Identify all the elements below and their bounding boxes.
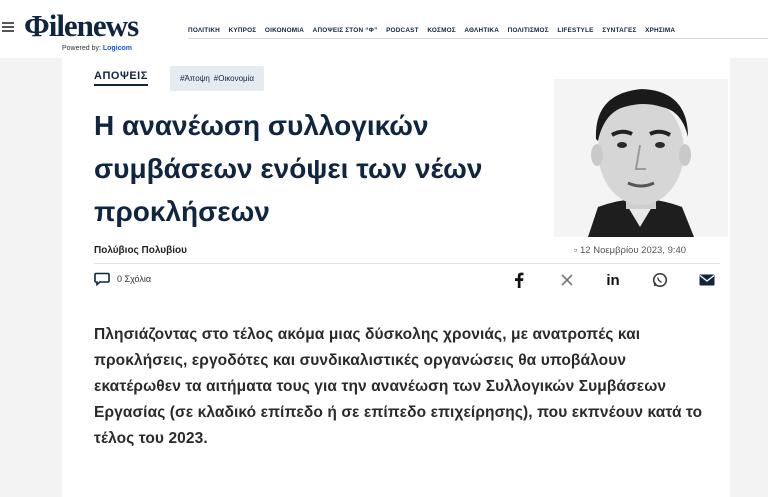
site-header: Φilenews Powered by: Logicom ΠΟΛΙΤΙΚΗ ΚΥ… bbox=[0, 0, 768, 58]
powered-by-prefix: Powered by: bbox=[62, 45, 103, 52]
facebook-icon[interactable] bbox=[510, 270, 528, 290]
nav-item-politismos[interactable]: ΠΟΛΙΤΙΣΜΟΣ bbox=[508, 27, 549, 34]
nav-item-apopseis[interactable]: ΑΠΟΨΕΙΣ ΣΤΟΝ “Φ” bbox=[313, 27, 378, 34]
comments-count: 0 Σχόλια bbox=[117, 274, 152, 284]
article-headline: Η ανανέωση συλλογικών συμβάσεων ενόψει τ… bbox=[94, 110, 483, 227]
tag-apopsi[interactable]: #Άποψη bbox=[180, 74, 210, 83]
nav-item-lifestyle[interactable]: LIFESTYLE bbox=[557, 27, 593, 34]
nav-divider bbox=[188, 38, 768, 39]
nav-item-athlitika[interactable]: ΑΘΛΗΤΙΚΑ bbox=[464, 27, 499, 34]
x-icon[interactable] bbox=[558, 270, 576, 290]
tag-oikonomia[interactable]: #Οικονομία bbox=[214, 74, 254, 83]
nav-item-syntages[interactable]: ΣΥΝΤΑΓΕΣ bbox=[602, 27, 636, 34]
publish-date-text: 12 Νοεμβρίου 2023, 9:40 bbox=[580, 245, 687, 256]
menu-icon[interactable] bbox=[2, 22, 14, 32]
tag-list: #Άποψη #Οικονομία bbox=[170, 66, 265, 91]
whatsapp-icon[interactable] bbox=[650, 270, 670, 290]
nav-item-podcast[interactable]: PODCAST bbox=[386, 27, 419, 34]
main-nav: ΠΟΛΙΤΙΚΗ ΚΥΠΡΟΣ ΟΙΚΟΝΟΜΙΑ ΑΠΟΨΕΙΣ ΣΤΟΝ “… bbox=[188, 27, 684, 34]
section-label[interactable]: ΑΠΟΨΕΙΣ bbox=[94, 70, 148, 86]
comments-link[interactable]: 0 Σχόλια bbox=[94, 272, 151, 286]
linkedin-icon[interactable]: in bbox=[602, 270, 624, 290]
comment-icon bbox=[94, 272, 110, 286]
powered-by-brand[interactable]: Logicom bbox=[103, 45, 132, 52]
publish-date: ▫ 12 Νοεμβρίου 2023, 9:40 bbox=[574, 245, 686, 256]
byline-divider bbox=[94, 263, 720, 264]
author-photo bbox=[554, 79, 728, 237]
email-icon[interactable] bbox=[697, 270, 717, 290]
powered-by: Powered by: Logicom bbox=[62, 45, 132, 52]
site-logo[interactable]: Φilenews bbox=[24, 8, 139, 44]
nav-item-politiki[interactable]: ΠΟΛΙΤΙΚΗ bbox=[188, 27, 220, 34]
nav-item-kosmos[interactable]: ΚΟΣΜΟΣ bbox=[427, 27, 455, 34]
nav-item-xrisima[interactable]: ΧΡΗΣΙΜΑ bbox=[645, 27, 675, 34]
nav-item-oikonomia[interactable]: ΟΙΚΟΝΟΜΙΑ bbox=[265, 27, 304, 34]
nav-item-kypros[interactable]: ΚΥΠΡΟΣ bbox=[229, 27, 257, 34]
article-body: Πλησιάζοντας στο τέλος ακόμα μιας δύσκολ… bbox=[94, 326, 703, 447]
author-name[interactable]: Πολύβιος Πολυβίου bbox=[94, 245, 187, 256]
